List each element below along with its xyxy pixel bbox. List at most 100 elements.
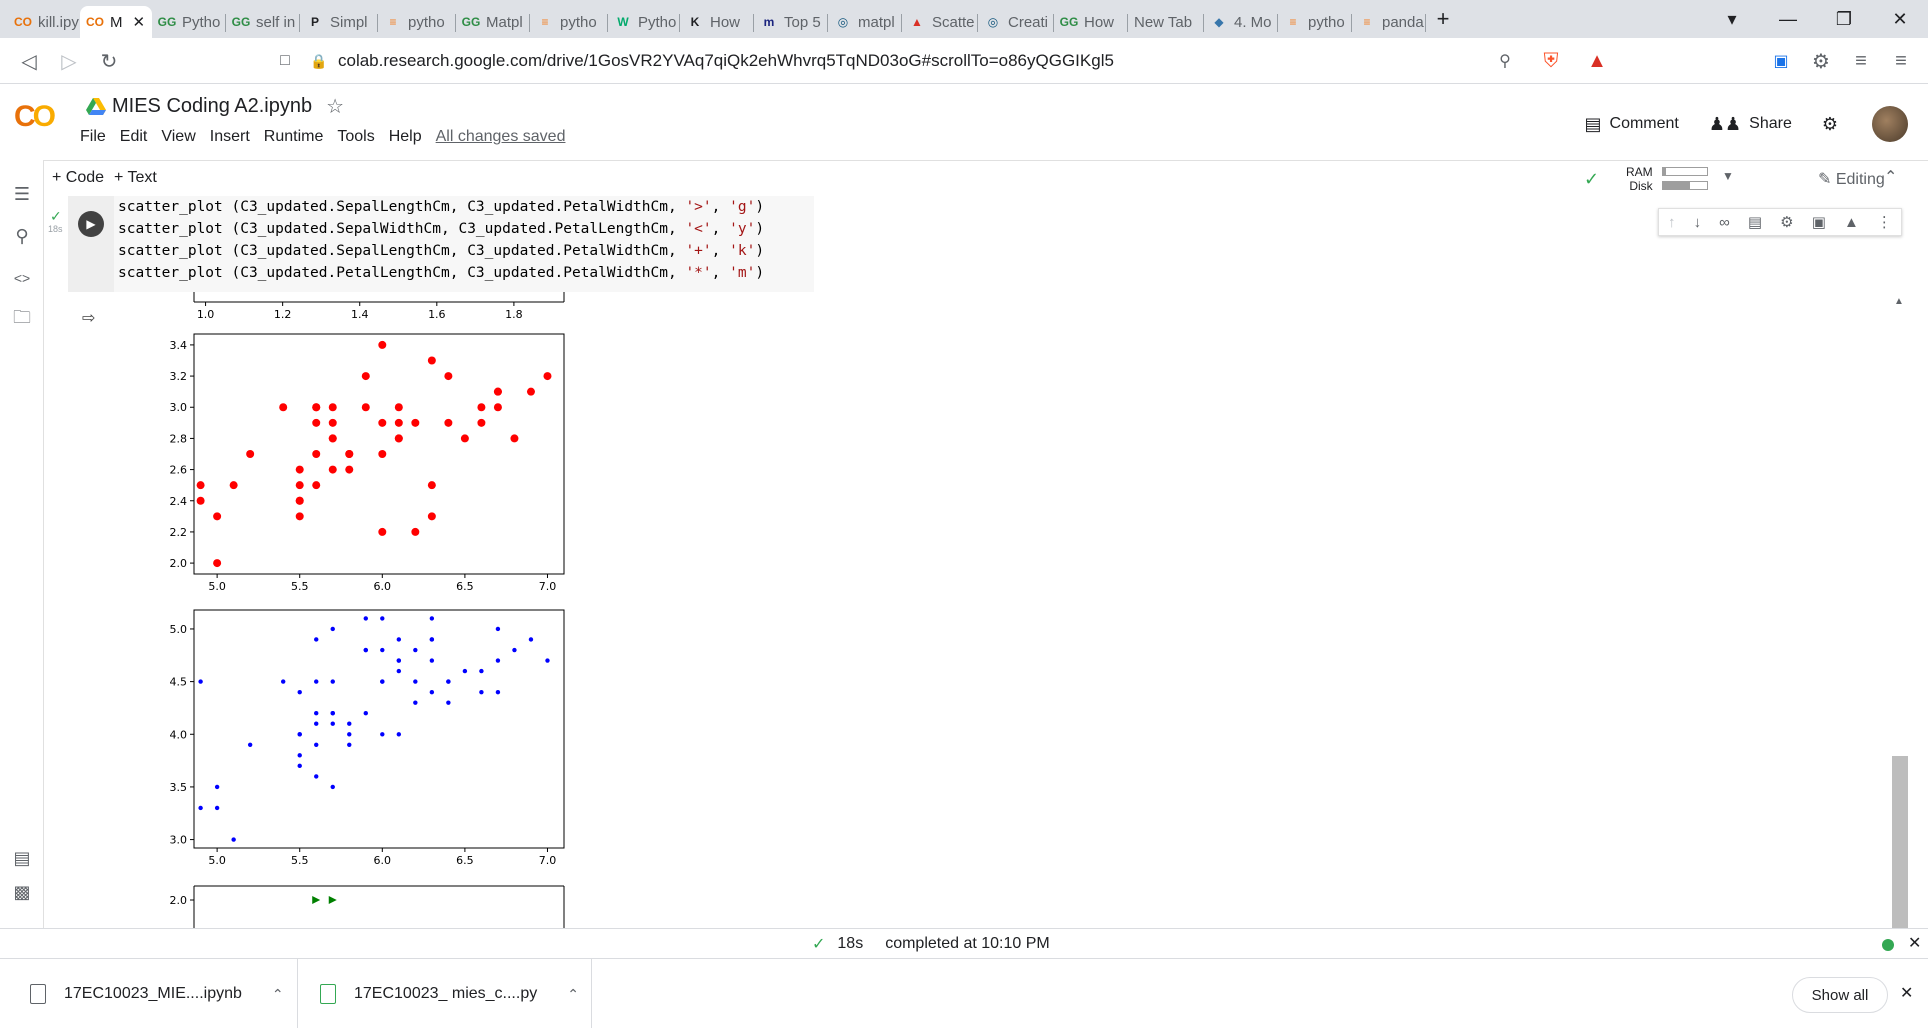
browser-tab[interactable]: W Pytho — [608, 6, 680, 38]
colab-logo[interactable]: CO — [14, 100, 56, 134]
chart-2-point — [196, 481, 205, 490]
chart-2-x-tick-label: 5.5 — [291, 580, 309, 593]
browser-tab[interactable]: New Tab — [1128, 6, 1204, 38]
browser-tab[interactable]: ≡ pytho — [378, 6, 456, 38]
terminal-icon[interactable]: ▩ — [10, 880, 34, 904]
tab-label: Pytho — [638, 13, 677, 31]
code-editor[interactable]: scatter_plot (C3_updated.SepalLengthCm, … — [114, 196, 814, 292]
avatar[interactable] — [1872, 106, 1908, 142]
chevron-up-icon[interactable]: ⌃ — [567, 986, 579, 1003]
share-button[interactable]: ♟♟ Share — [1709, 114, 1792, 135]
chart-3-y-tick-label: 3.5 — [170, 781, 188, 794]
output-icon[interactable]: ⇨ — [82, 308, 95, 328]
browser-tab[interactable]: ▲ Scatte — [902, 6, 978, 38]
forward-icon[interactable]: ▷ — [54, 46, 84, 76]
brave-shield-icon[interactable]: ⛨ — [1536, 46, 1566, 76]
close-icon[interactable]: ✕ — [1900, 983, 1913, 1003]
menu-item-view[interactable]: View — [161, 128, 195, 146]
close-icon[interactable]: ✕ — [1908, 933, 1921, 953]
reload-icon[interactable]: ↻ — [94, 46, 124, 76]
browser-tab[interactable]: GG Pytho — [152, 6, 226, 38]
save-status-link[interactable]: All changes saved — [436, 128, 566, 146]
resource-dropdown-icon[interactable]: ▼ — [1722, 169, 1734, 183]
browser-tab[interactable]: P Simpl — [300, 6, 378, 38]
browser-tab[interactable]: GG How — [1054, 6, 1128, 38]
link-icon[interactable]: ∞ — [1719, 214, 1730, 231]
run-cell-button[interactable]: ▶ — [78, 211, 104, 237]
media-icon[interactable]: ▣ — [1766, 46, 1796, 76]
tab-search-icon[interactable]: ▾ — [1704, 0, 1760, 38]
brave-rewards-icon[interactable]: ▲ — [1582, 46, 1612, 76]
comment-button[interactable]: ▤ Comment — [1585, 114, 1679, 135]
mirror-cell-icon[interactable]: ▣ — [1812, 213, 1826, 231]
browser-tab[interactable]: ≡ pytho — [530, 6, 608, 38]
browser-tab[interactable]: GG self in — [226, 6, 300, 38]
menu-item-file[interactable]: File — [80, 128, 106, 146]
notebook-name[interactable]: MIES Coding A2.ipynb — [112, 95, 312, 118]
menu-item-insert[interactable]: Insert — [210, 128, 250, 146]
search-icon[interactable]: ⚲ — [10, 224, 34, 248]
back-icon[interactable]: ◁ — [14, 46, 44, 76]
browser-tab[interactable]: K How — [680, 6, 754, 38]
download-item[interactable]: 17EC10023_MIE....ipynb ⌃ — [0, 959, 298, 1028]
menu-item-tools[interactable]: Tools — [337, 128, 374, 146]
scroll-thumb[interactable] — [1892, 756, 1908, 928]
browser-tab[interactable]: ≡ panda — [1352, 6, 1426, 38]
tab-label: New Tab — [1134, 13, 1193, 31]
more-options-icon[interactable]: ⋮ — [1877, 213, 1892, 231]
minimize-icon[interactable]: — — [1760, 0, 1816, 38]
chart-2-point — [444, 372, 453, 381]
restore-icon[interactable]: ❐ — [1816, 0, 1872, 38]
close-window-icon[interactable]: ✕ — [1872, 0, 1928, 38]
tab-label: kill.ipy — [38, 13, 79, 31]
browser-tab[interactable]: m Top 5 — [754, 6, 828, 38]
browser-tab[interactable]: ◎ matpl — [828, 6, 902, 38]
chevron-up-icon[interactable]: ⌃ — [272, 986, 284, 1003]
add-text-button[interactable]: + Text — [114, 169, 157, 187]
browser-tab[interactable]: GG Matpl — [456, 6, 530, 38]
code-cell[interactable]: ✓ 18s ▶ scatter_plot (C3_updated.SepalLe… — [48, 196, 1928, 928]
delete-icon[interactable]: ▲ — [1844, 214, 1859, 231]
download-item[interactable]: 17EC10023_ mies_c....py ⌃ — [298, 959, 592, 1028]
browser-tab[interactable]: ≡ pytho — [1278, 6, 1352, 38]
menu-item-runtime[interactable]: Runtime — [264, 128, 324, 146]
extensions-icon[interactable]: ⚙ — [1806, 46, 1836, 76]
move-up-icon[interactable]: ↑ — [1668, 214, 1676, 231]
files-icon[interactable]: 🗀 — [10, 307, 34, 332]
scroll-up-icon[interactable]: ▲ — [1894, 296, 1904, 307]
editing-mode[interactable]: ✎ Editing — [1818, 169, 1885, 189]
menu-icon[interactable]: ≡ — [1886, 46, 1916, 76]
left-sidebar: ☰ ⚲ <> 🗀 ▤ ▩ — [0, 160, 44, 928]
browser-tab[interactable]: ◆ 4. Mo — [1204, 6, 1278, 38]
chart-2-point — [328, 403, 337, 412]
star-icon[interactable]: ☆ — [326, 94, 344, 119]
code-line: scatter_plot (C3_updated.SepalLengthCm, … — [118, 243, 765, 259]
close-tab-icon[interactable]: ✕ — [133, 13, 146, 31]
browser-tab[interactable]: CO kill.ipy — [8, 6, 80, 38]
new-tab-button[interactable]: + — [1428, 0, 1458, 38]
command-palette-icon[interactable]: ▤ — [10, 846, 34, 870]
table-of-contents-icon[interactable]: ☰ — [10, 182, 34, 206]
bookmark-icon[interactable]: □ — [270, 46, 300, 76]
browser-tab[interactable]: ◎ Creati — [978, 6, 1054, 38]
status-message: completed at 10:10 PM — [885, 935, 1050, 952]
comment-icon[interactable]: ▤ — [1748, 213, 1762, 231]
chart-3-point — [314, 711, 319, 716]
zoom-icon[interactable]: ⚲ — [1490, 46, 1520, 76]
menu-item-help[interactable]: Help — [389, 128, 422, 146]
output-scrollbar[interactable]: ▲ — [1892, 296, 1908, 928]
browser-tab[interactable]: CO M ✕ — [80, 6, 152, 38]
reading-list-icon[interactable]: ≡ — [1846, 46, 1876, 76]
add-code-button[interactable]: + Code — [52, 169, 104, 187]
collapse-header-icon[interactable]: ⌃ — [1884, 167, 1897, 187]
show-all-button[interactable]: Show all — [1792, 977, 1888, 1013]
move-down-icon[interactable]: ↓ — [1694, 214, 1702, 231]
settings-button[interactable]: ⚙ — [1822, 114, 1846, 135]
code-snippets-icon[interactable]: <> — [10, 266, 34, 290]
chart-3-point — [231, 837, 236, 842]
resource-monitor[interactable]: RAM Disk — [1626, 165, 1653, 193]
address-bar[interactable]: 🔒 colab.research.google.com/drive/1GosVR… — [310, 44, 1510, 78]
colab-icon: CO — [14, 15, 32, 29]
gear-icon[interactable]: ⚙ — [1780, 213, 1793, 231]
menu-item-edit[interactable]: Edit — [120, 128, 148, 146]
